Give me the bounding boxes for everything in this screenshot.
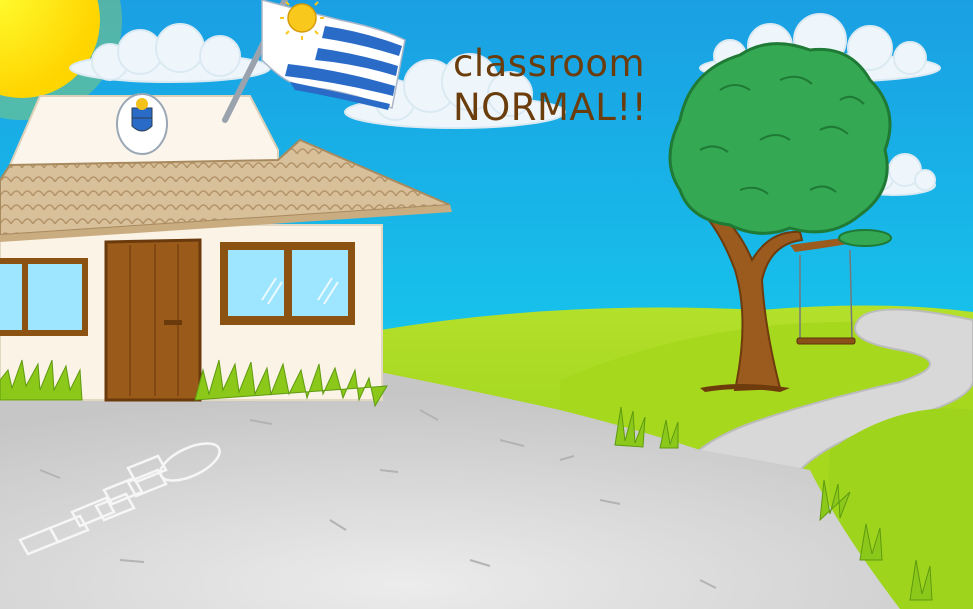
schoolyard-scene: classroom NORMAL!! <box>0 0 973 609</box>
caption-line-2: NORMAL!! <box>453 86 648 129</box>
scene-caption: classroom NORMAL!! <box>453 42 647 130</box>
caption-line-1: classroom <box>453 42 646 85</box>
school-door <box>104 238 202 402</box>
school-emblem-icon <box>116 93 168 155</box>
